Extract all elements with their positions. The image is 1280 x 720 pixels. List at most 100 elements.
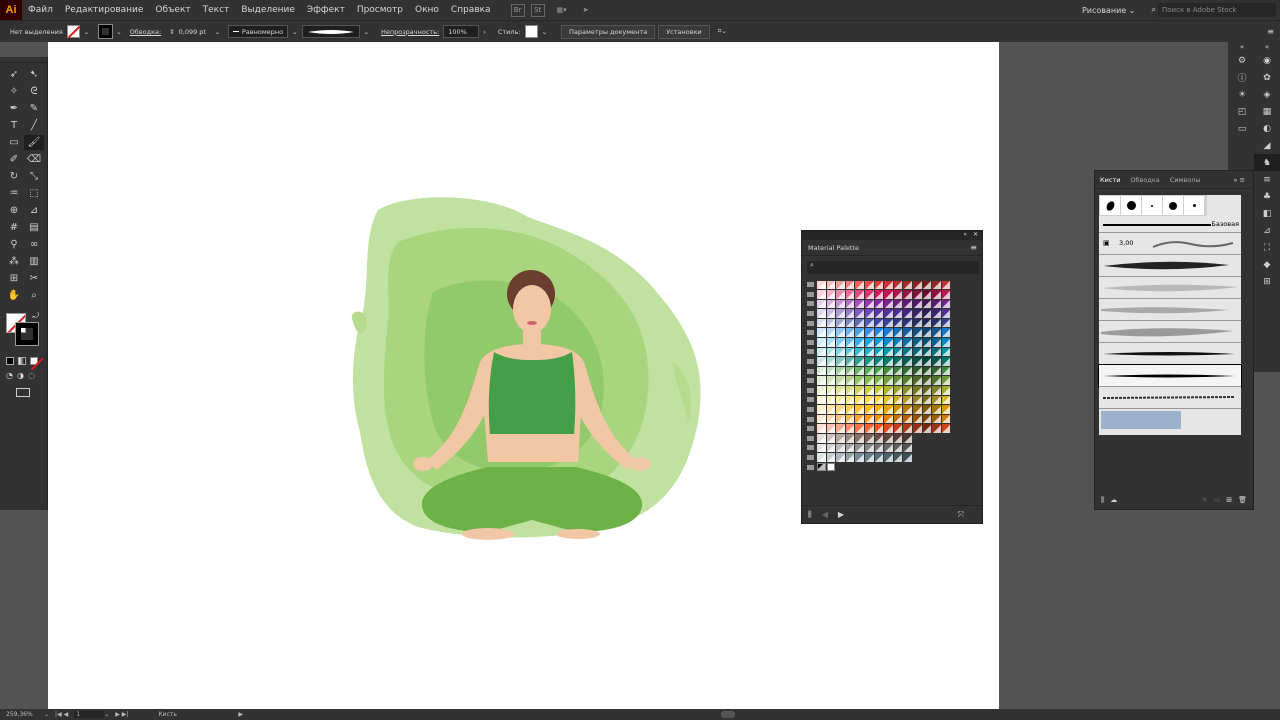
color-swatch[interactable] [893, 443, 903, 453]
color-swatch[interactable] [826, 338, 836, 347]
color-swatch[interactable] [864, 347, 874, 357]
gradient-mode-icon[interactable] [18, 357, 26, 365]
none-mode-icon[interactable] [30, 357, 38, 365]
slice-tool-icon[interactable]: ✂ [24, 271, 44, 286]
color-swatch[interactable] [912, 318, 922, 328]
color-swatch[interactable] [864, 366, 874, 376]
color-swatch[interactable] [855, 386, 864, 395]
color-swatch[interactable] [932, 318, 941, 328]
color-swatch[interactable] [855, 405, 864, 414]
swap-fill-stroke-icon[interactable]: ⤾ [32, 311, 39, 321]
brushes-icon[interactable]: ♞ [1253, 154, 1280, 171]
color-swatch[interactable] [941, 424, 951, 433]
brush-row[interactable] [1099, 255, 1241, 277]
color-icon[interactable]: ☀ [1228, 86, 1256, 103]
color-swatch[interactable] [826, 414, 836, 424]
color-swatch[interactable] [864, 453, 874, 462]
color-swatch[interactable] [922, 280, 932, 290]
stroke-icon[interactable]: ≡ [1253, 171, 1280, 188]
brush-row[interactable] [1099, 343, 1241, 365]
color-swatch[interactable] [855, 414, 864, 424]
shape-builder-tool-icon[interactable]: ⊕ [4, 203, 24, 218]
folder-icon[interactable] [807, 445, 814, 451]
color-swatch[interactable] [826, 290, 836, 299]
color-swatch[interactable] [912, 376, 922, 386]
color-swatch[interactable] [864, 395, 874, 405]
trash-icon[interactable]: 🗑 [1238, 496, 1253, 504]
prev-icon[interactable]: ◀ [822, 510, 828, 519]
color-swatch[interactable] [864, 328, 874, 338]
color-swatch[interactable] [941, 395, 951, 405]
color-swatch[interactable] [864, 318, 874, 328]
color-swatch[interactable] [826, 280, 836, 290]
color-swatch[interactable] [893, 347, 903, 357]
folder-icon[interactable] [807, 339, 814, 345]
stock-icon[interactable]: St [530, 3, 545, 17]
color-swatch[interactable] [845, 357, 855, 366]
color-swatch[interactable] [817, 405, 826, 414]
color-swatch[interactable] [932, 386, 941, 395]
color-swatch[interactable] [903, 434, 912, 443]
stock-search-input[interactable]: Поиск в Adobe Stock [1158, 3, 1276, 17]
color-swatch[interactable] [836, 318, 845, 328]
folder-icon[interactable] [807, 368, 814, 374]
document-setup-button[interactable]: Параметры документа [561, 24, 656, 39]
color-swatch[interactable] [922, 386, 932, 395]
color-swatch[interactable] [826, 366, 836, 376]
color-swatch[interactable] [884, 309, 893, 318]
color-swatch[interactable] [836, 347, 845, 357]
color-swatch[interactable] [893, 280, 903, 290]
draw-inside-icon[interactable]: ◌ [28, 371, 35, 380]
color-swatch[interactable] [826, 299, 836, 309]
chevron-down-icon[interactable]: ⌄ [112, 28, 125, 36]
color-swatch[interactable] [845, 453, 855, 462]
color-swatch[interactable] [817, 357, 826, 366]
artboard-tool-icon[interactable]: ⊞ [4, 271, 24, 286]
opacity-label[interactable]: Непрозрачность: [377, 28, 443, 36]
tab-brushes[interactable]: Кисти [1095, 176, 1125, 184]
menu-effect[interactable]: Эффект [301, 5, 351, 15]
color-swatch[interactable] [893, 318, 903, 328]
color-swatch[interactable] [855, 318, 864, 328]
magic-wand-tool-icon[interactable]: ✧ [4, 84, 24, 99]
brush-row[interactable] [1099, 321, 1241, 343]
color-swatch[interactable] [874, 347, 884, 357]
color-swatch[interactable] [941, 328, 951, 338]
color-swatch[interactable] [874, 280, 884, 290]
draw-normal-icon[interactable]: ◔ [6, 371, 13, 380]
color-swatch[interactable] [826, 424, 836, 433]
color-swatch[interactable] [864, 290, 874, 299]
color-swatch[interactable] [855, 395, 864, 405]
color-swatch[interactable] [932, 309, 941, 318]
color-swatch[interactable] [836, 328, 845, 338]
color-swatch[interactable] [864, 299, 874, 309]
color-swatch[interactable] [874, 386, 884, 395]
color-swatch[interactable] [855, 347, 864, 357]
folder-icon[interactable] [807, 301, 814, 307]
color-swatch[interactable] [855, 290, 864, 299]
color-swatch[interactable] [884, 338, 893, 347]
artboards-icon[interactable]: ⊿ [1253, 222, 1280, 239]
color-swatch[interactable] [836, 366, 845, 376]
color-swatch[interactable] [826, 434, 836, 443]
color-swatch[interactable] [826, 318, 836, 328]
color-swatch[interactable] [864, 386, 874, 395]
scale-tool-icon[interactable]: ⤡ [24, 169, 44, 184]
properties-icon[interactable]: ⚙ [1228, 52, 1256, 69]
opacity-input[interactable]: 100% [443, 25, 480, 38]
color-swatch[interactable] [884, 290, 893, 299]
color-swatch[interactable] [884, 357, 893, 366]
lasso-tool-icon[interactable]: ᘓ [24, 84, 44, 99]
color-swatch[interactable] [836, 453, 845, 462]
menu-view[interactable]: Просмотр [351, 5, 409, 15]
rectangle-tool-icon[interactable]: ▭ [4, 135, 24, 150]
color-swatch[interactable] [874, 328, 884, 338]
color-swatch[interactable] [903, 280, 912, 290]
color-swatch[interactable] [884, 453, 893, 462]
color-swatch[interactable] [845, 386, 855, 395]
color-swatch[interactable] [884, 414, 893, 424]
brush-row[interactable]: ▣ 3,00 [1099, 233, 1241, 255]
color-swatch[interactable] [912, 424, 922, 433]
color-swatch[interactable] [941, 309, 951, 318]
swatches-icon[interactable]: ▦ [1253, 103, 1280, 120]
